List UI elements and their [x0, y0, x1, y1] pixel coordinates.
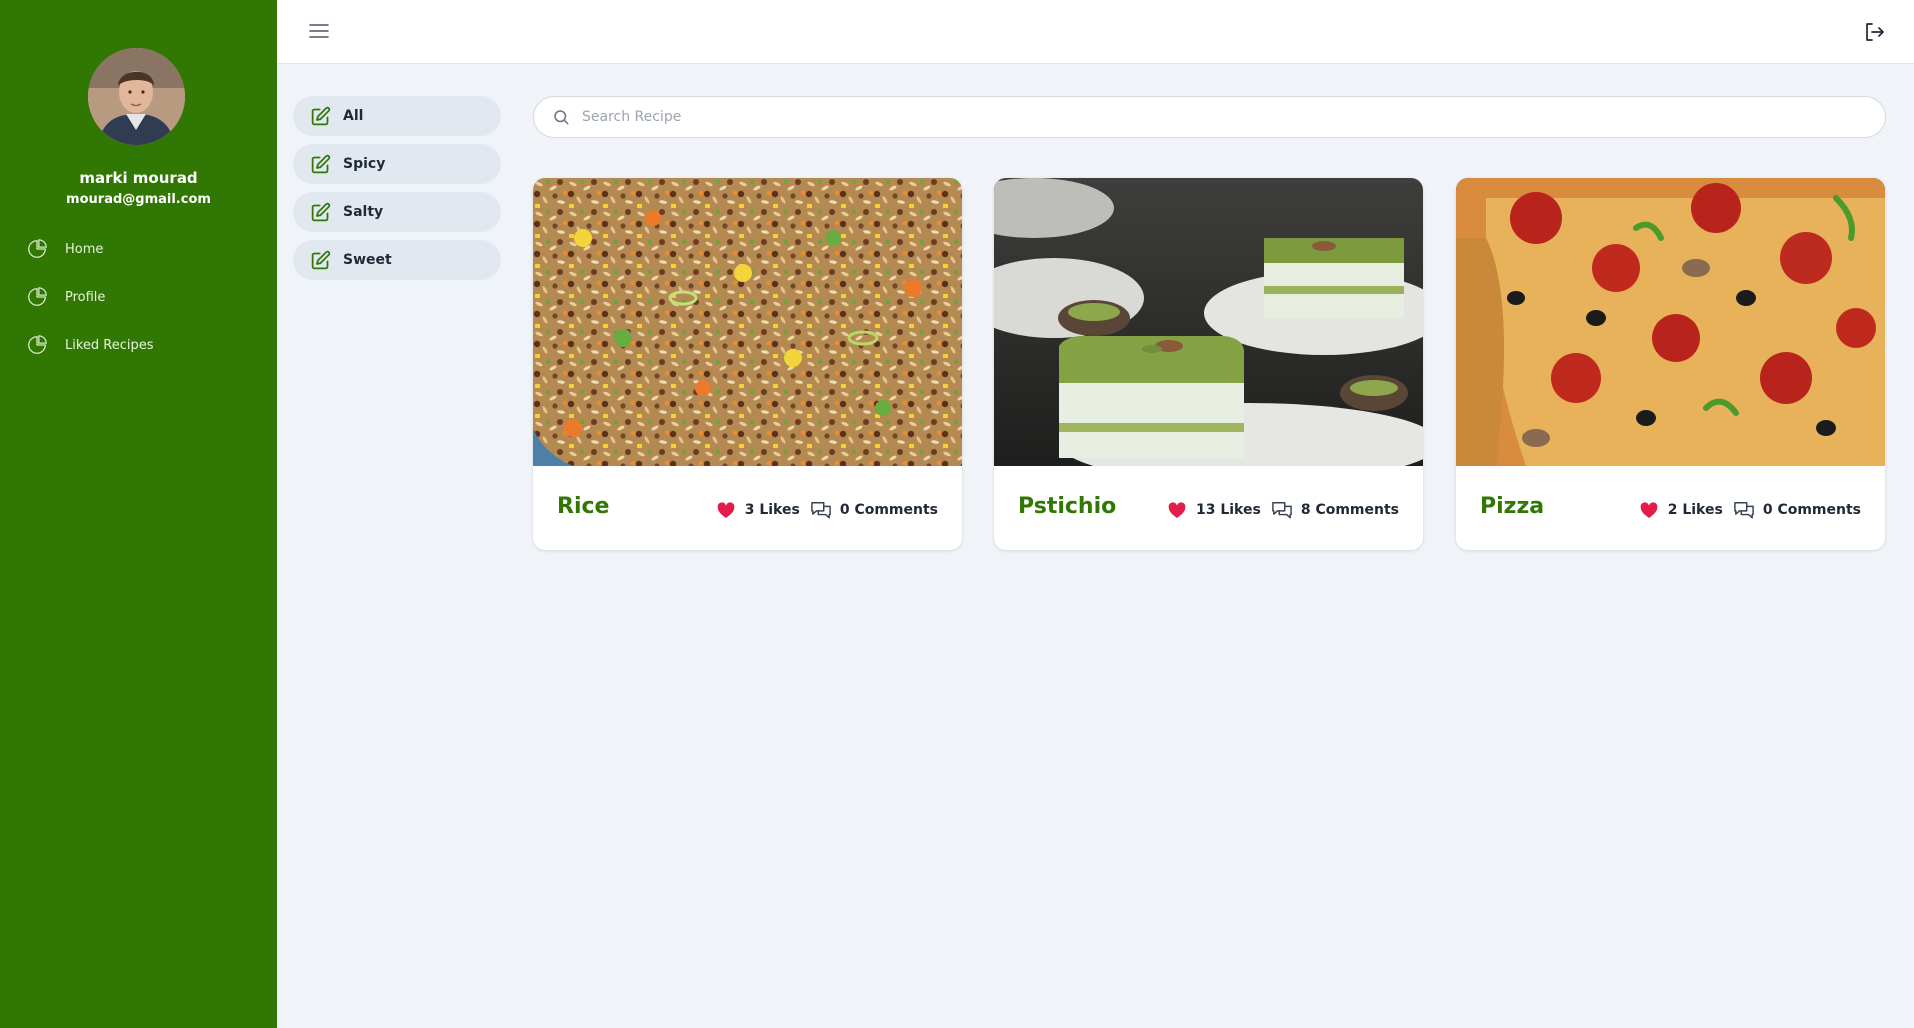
recipe-title: Rice [557, 494, 610, 519]
category-spicy[interactable]: Spicy [293, 144, 501, 184]
category-all[interactable]: All [293, 96, 501, 136]
comments-count: 0 Comments [839, 502, 938, 518]
heart-icon[interactable] [1168, 501, 1186, 519]
pie-chart-icon [28, 239, 47, 258]
pepperoni-pizza-photo [1456, 178, 1885, 466]
sidebar: marki mourad mourad@gmail.com Home Profi… [0, 0, 277, 1028]
comment-icon[interactable] [1271, 500, 1293, 520]
category-label: Salty [343, 204, 384, 220]
recipe-card[interactable]: Rice 3 Likes 0 Comments [533, 178, 962, 550]
recipe-stats: 2 Likes 0 Comments [1640, 500, 1861, 520]
sidebar-item-home[interactable]: Home [26, 236, 103, 262]
sidebar-item-liked-recipes[interactable]: Liked Recipes [26, 332, 154, 358]
search-bar [533, 96, 1886, 138]
search-icon [554, 110, 569, 125]
heart-icon[interactable] [1640, 501, 1658, 519]
category-label: Spicy [343, 156, 386, 172]
edit-icon [311, 154, 331, 173]
recipe-card[interactable]: Pstichio 13 Likes 8 Comments [994, 178, 1423, 550]
recipe-stats: 13 Likes 8 Comments [1168, 500, 1399, 520]
sidebar-item-profile[interactable]: Profile [26, 284, 105, 310]
likes-count: 13 Likes [1195, 502, 1261, 518]
category-sweet[interactable]: Sweet [293, 240, 501, 280]
fried-rice-photo [533, 178, 962, 466]
hamburger-menu-icon[interactable] [309, 22, 329, 40]
user-email: mourad@gmail.com [66, 192, 211, 207]
edit-icon [311, 250, 331, 269]
category-salty[interactable]: Salty [293, 192, 501, 232]
comments-count: 8 Comments [1300, 502, 1399, 518]
user-name: marki mourad [79, 169, 198, 187]
pistachio-cake-photo [994, 178, 1423, 466]
likes-count: 2 Likes [1667, 502, 1723, 518]
edit-icon [311, 106, 331, 125]
comments-count: 0 Comments [1762, 502, 1861, 518]
search-input[interactable] [582, 109, 1885, 125]
recipe-title: Pstichio [1018, 494, 1117, 519]
pie-chart-icon [28, 335, 47, 354]
heart-icon[interactable] [717, 501, 735, 519]
sidebar-item-label: Profile [65, 289, 106, 305]
recipe-stats: 3 Likes 0 Comments [717, 500, 938, 520]
top-bar [277, 0, 1914, 64]
comment-icon[interactable] [1733, 500, 1755, 520]
sidebar-item-label: Liked Recipes [65, 337, 154, 353]
comment-icon[interactable] [810, 500, 832, 520]
pie-chart-icon [28, 287, 47, 306]
avatar[interactable] [88, 48, 185, 145]
logout-icon[interactable] [1862, 20, 1886, 44]
edit-icon [311, 202, 331, 221]
recipe-title: Pizza [1480, 494, 1545, 519]
category-label: All [343, 108, 364, 124]
user-photo [88, 48, 185, 145]
recipe-card[interactable]: Pizza 2 Likes 0 Comments [1456, 178, 1885, 550]
sidebar-item-label: Home [65, 241, 104, 257]
likes-count: 3 Likes [744, 502, 800, 518]
category-label: Sweet [343, 252, 392, 268]
